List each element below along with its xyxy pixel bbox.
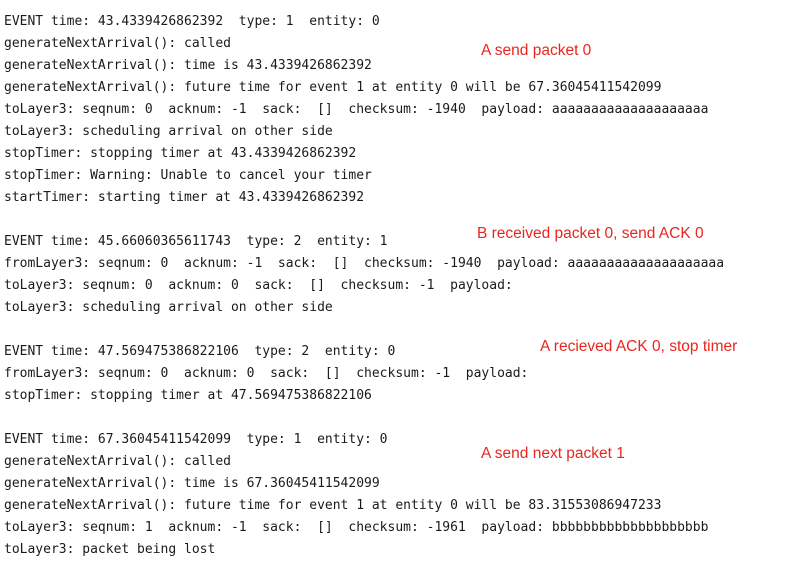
log-line: generateNextArrival(): called bbox=[4, 36, 231, 51]
log-line: toLayer3: seqnum: 0 acknum: 0 sack: [] c… bbox=[4, 278, 513, 293]
log-line: EVENT time: 43.4339426862392 type: 1 ent… bbox=[4, 14, 380, 29]
log-line: stopTimer: stopping timer at 47.56947538… bbox=[4, 388, 372, 403]
log-line: stopTimer: stopping timer at 43.43394268… bbox=[4, 146, 357, 161]
annotation-received-packet-0: B received packet 0, send ACK 0 bbox=[477, 225, 704, 242]
log-line: toLayer3: packet being lost bbox=[4, 542, 216, 557]
log-line: toLayer3: scheduling arrival on other si… bbox=[4, 124, 333, 139]
log-line: stopTimer: Warning: Unable to cancel you… bbox=[4, 168, 372, 183]
log-line: generateNextArrival(): time is 67.360454… bbox=[4, 476, 380, 491]
log-line: fromLayer3: seqnum: 0 acknum: -1 sack: [… bbox=[4, 256, 725, 271]
log-line: toLayer3: scheduling arrival on other si… bbox=[4, 300, 333, 315]
log-line: fromLayer3: seqnum: 0 acknum: 0 sack: []… bbox=[4, 366, 529, 381]
log-line: generateNextArrival(): future time for e… bbox=[4, 80, 662, 95]
annotation-send-packet-0: A send packet 0 bbox=[481, 42, 592, 59]
annotation-send-packet-1: A send next packet 1 bbox=[481, 445, 625, 462]
annotation-received-ack-0: A recieved ACK 0, stop timer bbox=[540, 338, 738, 355]
log-line: toLayer3: seqnum: 0 acknum: -1 sack: [] … bbox=[4, 102, 709, 117]
log-line: toLayer3: seqnum: 1 acknum: -1 sack: [] … bbox=[4, 520, 709, 535]
console-log: EVENT time: 43.4339426862392 type: 1 ent… bbox=[4, 11, 724, 561]
log-line: startTimer: starting timer at 43.4339426… bbox=[4, 190, 365, 205]
log-line: generateNextArrival(): time is 43.433942… bbox=[4, 58, 372, 73]
log-line: generateNextArrival(): future time for e… bbox=[4, 498, 662, 513]
